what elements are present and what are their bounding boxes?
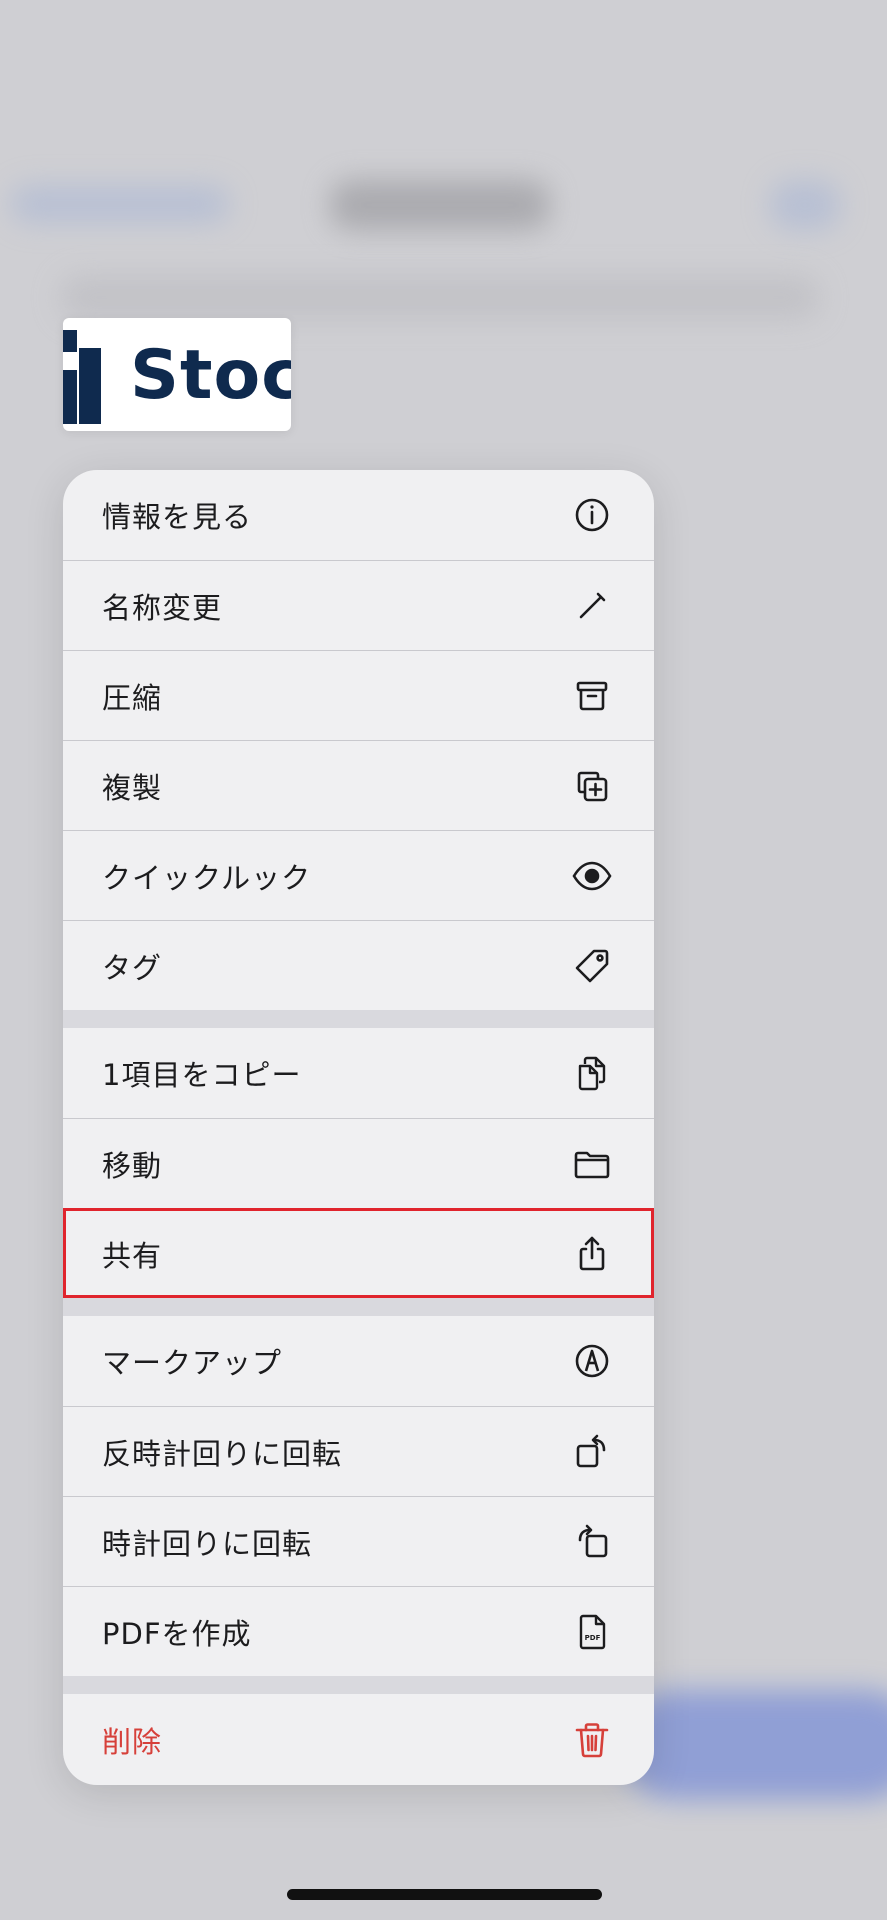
- tag-icon: [570, 944, 614, 988]
- pencil-icon: [570, 584, 614, 628]
- menu-item-quick-look[interactable]: クイックルック: [63, 830, 654, 920]
- menu-item-label: 時計回りに回転: [102, 1526, 313, 1561]
- menu-item-copy[interactable]: 1項目をコピー: [63, 1028, 654, 1118]
- menu-item-label: 圧縮: [102, 680, 163, 715]
- menu-item-label: 複製: [102, 770, 163, 805]
- menu-item-tags[interactable]: タグ: [63, 920, 654, 1010]
- menu-item-label: 削除: [102, 1724, 163, 1759]
- menu-item-label: クイックルック: [102, 860, 312, 895]
- menu-item-label: 名称変更: [102, 590, 223, 625]
- menu-separator: [63, 1676, 654, 1694]
- duplicate-plus-icon: [570, 764, 614, 808]
- home-indicator[interactable]: [287, 1889, 602, 1900]
- menu-separator: [63, 1010, 654, 1028]
- menu-item-create-pdf[interactable]: PDFを作成 PDF: [63, 1586, 654, 1676]
- menu-item-rename[interactable]: 名称変更: [63, 560, 654, 650]
- menu-item-label: タグ: [102, 950, 163, 985]
- logo-text: Stoc: [130, 336, 291, 415]
- rotate-right-icon: [570, 1520, 614, 1564]
- pdf-document-icon: PDF: [570, 1610, 614, 1654]
- menu-separator: [63, 1298, 654, 1316]
- blurred-back-button: [10, 185, 230, 223]
- menu-item-label: 共有: [102, 1238, 163, 1273]
- share-icon: [570, 1232, 614, 1276]
- blurred-title: [330, 180, 550, 230]
- menu-item-get-info[interactable]: 情報を見る: [63, 470, 654, 560]
- logo-mark: [63, 330, 101, 424]
- blurred-button: [620, 1690, 887, 1800]
- file-thumbnail[interactable]: Stoc: [63, 318, 291, 431]
- rotate-left-icon: [570, 1430, 614, 1474]
- eye-icon: [570, 854, 614, 898]
- menu-item-label: 1項目をコピー: [102, 1058, 302, 1092]
- menu-item-label: マークアップ: [102, 1346, 283, 1380]
- info-circle-icon: [570, 493, 614, 537]
- menu-item-move[interactable]: 移動: [63, 1118, 654, 1208]
- menu-item-label: 移動: [102, 1148, 163, 1183]
- archive-box-icon: [570, 674, 614, 718]
- menu-item-share[interactable]: 共有: [63, 1208, 654, 1298]
- blurred-search-bar: [60, 275, 820, 320]
- menu-item-label: 情報を見る: [102, 500, 253, 534]
- trash-icon: [570, 1718, 614, 1762]
- menu-item-label: 反時計回りに回転: [102, 1436, 343, 1471]
- markup-pen-icon: [570, 1339, 614, 1383]
- folder-icon: [570, 1142, 614, 1186]
- menu-item-duplicate[interactable]: 複製: [63, 740, 654, 830]
- pdf-icon-text: PDF: [585, 1634, 601, 1642]
- menu-item-delete[interactable]: 削除: [63, 1694, 654, 1785]
- menu-item-label: PDFを作成: [102, 1616, 252, 1651]
- menu-item-rotate-right[interactable]: 時計回りに回転: [63, 1496, 654, 1586]
- blurred-right-button: [770, 180, 840, 230]
- menu-item-compress[interactable]: 圧縮: [63, 650, 654, 740]
- context-menu: 情報を見る 名称変更 圧縮 複製 クイックルック タグ 1項目をコピー 移動 共…: [63, 470, 654, 1785]
- copy-documents-icon: [570, 1051, 614, 1095]
- menu-item-rotate-left[interactable]: 反時計回りに回転: [63, 1406, 654, 1496]
- menu-item-markup[interactable]: マークアップ: [63, 1316, 654, 1406]
